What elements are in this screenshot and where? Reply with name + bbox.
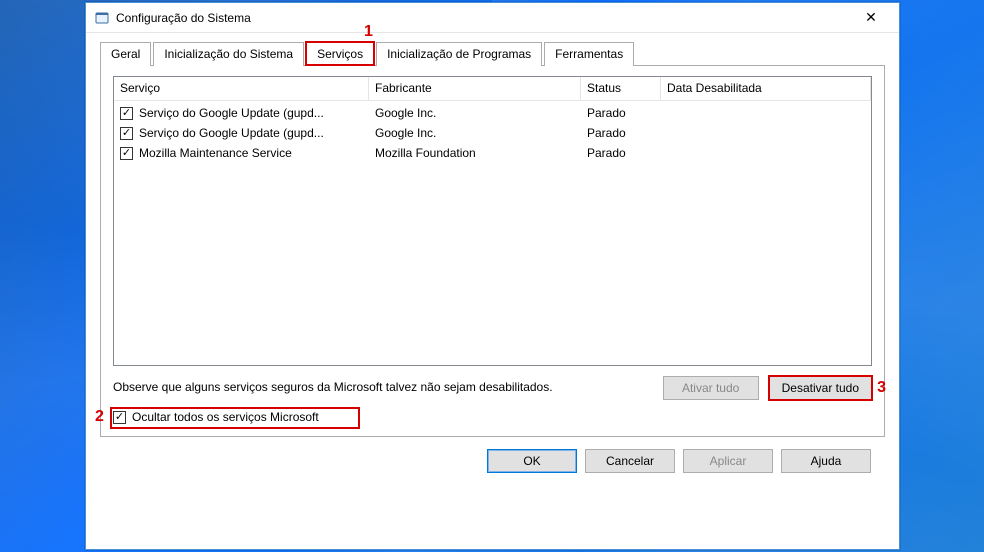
tab-label: Ferramentas (555, 47, 623, 61)
tab-inicializacao-sistema[interactable]: Inicialização do Sistema (153, 42, 304, 66)
hide-ms-checkbox[interactable]: ✓ (113, 411, 126, 424)
note-row: Observe que alguns serviços seguros da M… (113, 376, 872, 400)
tab-ferramentas[interactable]: Ferramentas (544, 42, 634, 66)
table-row[interactable]: ✓ Serviço do Google Update (gupd... Goog… (114, 123, 871, 143)
tab-bar: Geral Inicialização do Sistema Serviços … (100, 41, 885, 66)
table-row[interactable]: ✓ Serviço do Google Update (gupd... Goog… (114, 103, 871, 123)
titlebar: Configuração do Sistema ✕ (86, 3, 899, 33)
services-listview[interactable]: Serviço Fabricante Status Data Desabilit… (113, 76, 872, 366)
column-header-date[interactable]: Data Desabilitada (661, 77, 871, 100)
cell-service: Serviço do Google Update (gupd... (139, 106, 324, 120)
msconfig-window: Configuração do Sistema ✕ 1 Geral Inicia… (85, 2, 900, 550)
close-icon: ✕ (865, 9, 877, 26)
hide-ms-label: Ocultar todos os serviços Microsoft (132, 410, 319, 424)
listview-header: Serviço Fabricante Status Data Desabilit… (114, 77, 871, 101)
cell-status: Parado (581, 106, 661, 120)
tab-geral[interactable]: Geral (100, 42, 151, 66)
cell-vendor: Google Inc. (369, 126, 581, 140)
cell-status: Parado (581, 126, 661, 140)
enable-all-button[interactable]: Ativar tudo (663, 376, 759, 400)
annotation-step3: 3 (877, 379, 886, 397)
cell-service: Serviço do Google Update (gupd... (139, 126, 324, 140)
annotation-step2: 2 (95, 408, 104, 426)
tab-servicos[interactable]: Serviços (306, 42, 374, 66)
ok-button[interactable]: OK (487, 449, 577, 473)
cell-vendor: Mozilla Foundation (369, 146, 581, 160)
window-title: Configuração do Sistema (116, 11, 849, 25)
tab-inicializacao-programas[interactable]: Inicialização de Programas (376, 42, 542, 66)
hide-ms-row: 2 ✓ Ocultar todos os serviços Microsoft (113, 410, 872, 424)
row-checkbox[interactable]: ✓ (120, 127, 133, 140)
close-button[interactable]: ✕ (849, 4, 893, 32)
row-checkbox[interactable]: ✓ (120, 147, 133, 160)
tab-label: Inicialização do Sistema (164, 47, 293, 61)
dialog-footer: OK Cancelar Aplicar Ajuda (100, 437, 885, 473)
annotation-step1: 1 (364, 23, 373, 41)
disable-all-button[interactable]: Desativar tudo (769, 376, 872, 400)
column-header-status[interactable]: Status (581, 77, 661, 100)
tab-pane-servicos: Serviço Fabricante Status Data Desabilit… (100, 65, 885, 437)
listview-body: ✓ Serviço do Google Update (gupd... Goog… (114, 101, 871, 163)
tab-label: Inicialização de Programas (387, 47, 531, 61)
table-row[interactable]: ✓ Mozilla Maintenance Service Mozilla Fo… (114, 143, 871, 163)
app-icon (94, 10, 110, 26)
tab-label: Geral (111, 47, 140, 61)
cancel-button[interactable]: Cancelar (585, 449, 675, 473)
help-button[interactable]: Ajuda (781, 449, 871, 473)
cell-service: Mozilla Maintenance Service (139, 146, 292, 160)
column-header-vendor[interactable]: Fabricante (369, 77, 581, 100)
client-area: 1 Geral Inicialização do Sistema Serviço… (86, 33, 899, 485)
tab-label: Serviços (317, 47, 363, 61)
column-header-service[interactable]: Serviço (114, 77, 369, 100)
cell-vendor: Google Inc. (369, 106, 581, 120)
cell-status: Parado (581, 146, 661, 160)
note-text: Observe que alguns serviços seguros da M… (113, 380, 653, 396)
row-checkbox[interactable]: ✓ (120, 107, 133, 120)
apply-button[interactable]: Aplicar (683, 449, 773, 473)
